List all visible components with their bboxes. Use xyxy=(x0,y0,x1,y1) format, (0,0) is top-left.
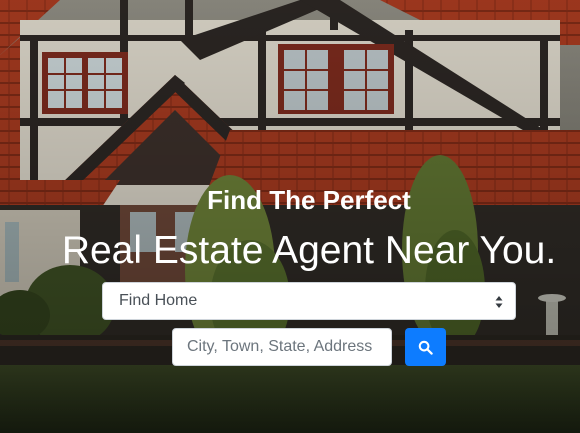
search-type-selected-value: Find Home xyxy=(119,292,198,309)
hero-title: Real Estate Agent Near You. xyxy=(61,229,557,272)
search-type-select[interactable]: Find Home xyxy=(102,282,516,320)
search-icon xyxy=(418,340,433,355)
hero-subtitle: Find The Perfect xyxy=(207,185,411,215)
hero-section: Find The Perfect Real Estate Agent Near … xyxy=(0,0,580,433)
location-search-input[interactable] xyxy=(172,328,392,366)
dark-overlay xyxy=(0,0,580,433)
search-button[interactable] xyxy=(405,328,446,366)
select-caret-icon xyxy=(495,296,503,308)
